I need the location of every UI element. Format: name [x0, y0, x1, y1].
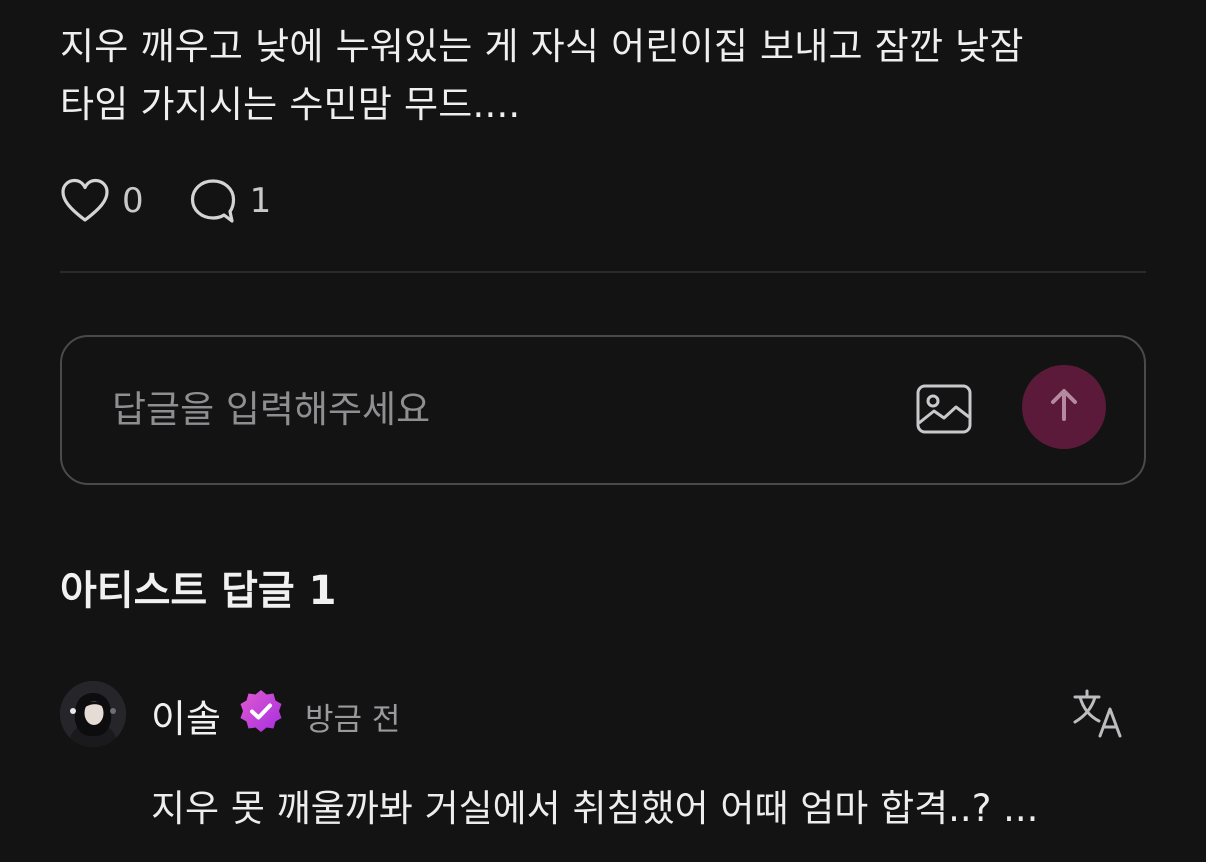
comment-text: 지우 못 깨울까봐 거실에서 취침했어 어때 엄마 합격..? ...	[151, 787, 1039, 830]
like-count: 0	[122, 181, 144, 221]
translate-button[interactable]	[1072, 688, 1128, 740]
heart-outline-icon	[60, 178, 110, 224]
attach-image-button[interactable]	[914, 379, 974, 439]
verified-badge-icon	[237, 688, 285, 736]
comment-timestamp: 방금 전	[305, 702, 401, 738]
image-icon	[914, 384, 974, 443]
post-text-line-1: 지우 깨우고 낮에 누워있는 게 자식 어린이집 보내고 잠깐 낮잠	[60, 25, 1024, 68]
comment-button[interactable]: 1	[188, 177, 272, 225]
send-button[interactable]	[1022, 365, 1106, 449]
translate-icon	[1072, 689, 1128, 744]
speech-bubble-icon	[188, 177, 238, 225]
reply-composer	[60, 335, 1146, 485]
commenter-name: 이솔	[151, 697, 221, 741]
reply-input[interactable]	[112, 377, 872, 441]
avatar[interactable]	[60, 681, 126, 747]
like-button[interactable]: 0	[60, 178, 144, 224]
artist-replies-title: 아티스트 답글 1	[60, 568, 337, 614]
comment-count: 1	[249, 181, 272, 221]
post-content: 지우 깨우고 낮에 누워있는 게 자식 어린이집 보내고 잠깐 낮잠 타임 가지…	[60, 18, 1150, 134]
post-actions: 0 1	[60, 176, 315, 226]
divider	[60, 271, 1146, 273]
post-text-line-2: 타임 가지시는 수민맘 무드....	[60, 83, 521, 126]
arrow-up-icon	[1044, 385, 1084, 429]
